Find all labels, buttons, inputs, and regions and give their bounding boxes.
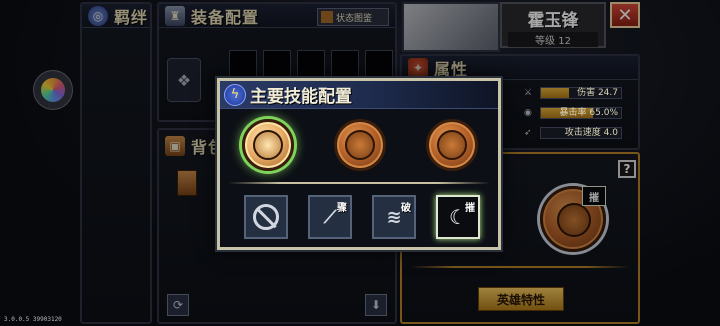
- modal-divider: [228, 182, 490, 184]
- skill-option-slash[interactable]: ⟋ 骤: [308, 195, 352, 239]
- break-skill-icon: ≋: [386, 206, 402, 228]
- disabled-icon: [253, 204, 279, 230]
- skill-option-none[interactable]: [244, 195, 288, 239]
- lightning-icon: ϟ: [224, 83, 246, 106]
- version-label: 3.0.0.5 39903120: [4, 316, 62, 323]
- skill-option-claw[interactable]: ☾ 摧: [436, 195, 480, 239]
- stat-label: 伤害: [577, 88, 596, 98]
- modal-title: 主要技能配置: [250, 87, 352, 107]
- stat-value: 24.7: [597, 88, 618, 98]
- stat-label: 暴击率: [559, 108, 587, 118]
- slash-skill-icon: ⟋: [323, 206, 337, 228]
- stat-label: 攻击速度: [564, 128, 601, 138]
- skill-config-modal: ϟ 主要技能配置 ⟋ 骤 ≋ 破 ☾ 摧: [217, 78, 501, 250]
- modal-header: ϟ 主要技能配置: [220, 81, 498, 109]
- skill-medal-1[interactable]: [242, 119, 294, 171]
- skill-option-break[interactable]: ≋ 破: [372, 195, 416, 239]
- skill-medal-2[interactable]: [334, 119, 386, 171]
- skill-tag: 破: [401, 203, 411, 214]
- stat-value: 4.0: [603, 128, 618, 138]
- skill-tag: 骤: [337, 203, 347, 214]
- stat-value: 65.0%: [589, 108, 618, 118]
- skill-tag: 摧: [465, 203, 475, 214]
- skill-medal-3[interactable]: [426, 119, 478, 171]
